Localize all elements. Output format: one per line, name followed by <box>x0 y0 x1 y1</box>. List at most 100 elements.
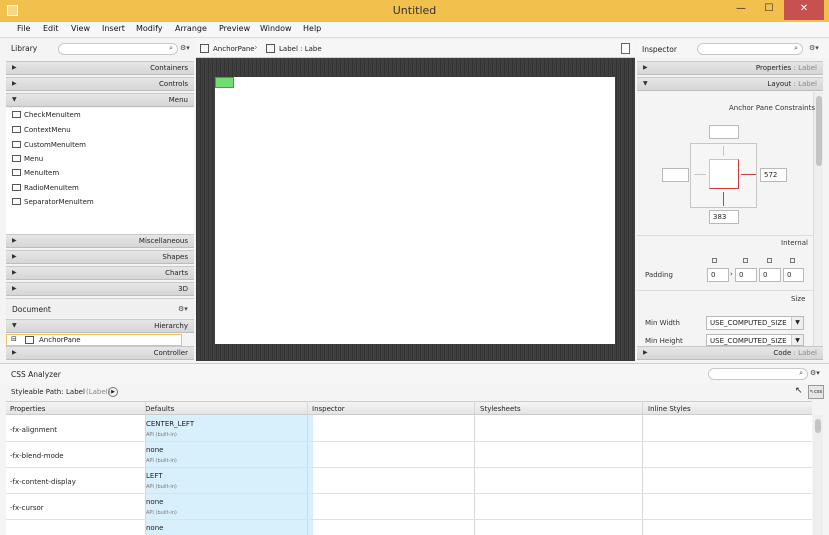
table-row[interactable]: -fx-blend-mode <box>10 452 64 460</box>
padding-left-icon <box>790 258 795 263</box>
section-hierarchy[interactable]: ▼ Hierarchy <box>6 319 194 333</box>
section-controls[interactable]: ▶ Controls <box>6 77 194 91</box>
min-width-label: Min Width <box>645 319 680 327</box>
list-item[interactable]: SeparatorMenuItem <box>12 198 94 210</box>
gear-icon[interactable]: ⚙▾ <box>810 369 820 377</box>
menu-edit[interactable]: Edit <box>43 24 59 33</box>
list-item[interactable]: Menu <box>12 155 43 167</box>
col-inspector[interactable]: Inspector <box>312 405 345 413</box>
list-item[interactable]: MenuItem <box>12 169 59 181</box>
css-analyzer-header: CSS Analyzer ⌕ ⚙▾ <box>0 363 829 383</box>
col-properties[interactable]: Properties <box>10 405 45 413</box>
internal-label: Internal <box>781 239 808 247</box>
padding-bottom-field[interactable]: 0 <box>759 268 781 282</box>
play-icon[interactable]: ▶ <box>108 387 118 397</box>
styleable-path-label: Styleable Path: <box>11 388 64 396</box>
inspector-search-input[interactable]: ⌕ <box>697 43 803 55</box>
section-containers[interactable]: ▶ Containers <box>6 61 194 75</box>
section-shapes[interactable]: ▶ Shapes <box>6 250 194 264</box>
padding-left-field[interactable]: 0 <box>783 268 804 282</box>
section-miscellaneous[interactable]: ▶ Miscellaneous <box>6 234 194 248</box>
expand-icon[interactable]: ⊟ <box>11 335 17 343</box>
chevron-right-icon: ▶ <box>643 349 648 356</box>
padding-label: Padding <box>645 271 673 279</box>
menu-arrange[interactable]: Arrange <box>175 24 207 33</box>
menu-view[interactable]: View <box>71 24 90 33</box>
css-mode-icon[interactable]: ↖css <box>808 385 824 399</box>
menu-file[interactable]: File <box>17 24 30 33</box>
menu-item-icon <box>12 111 21 118</box>
padding-right-field[interactable]: 0 <box>735 268 757 282</box>
hierarchy-item-anchorpane[interactable]: ⊟ AnchorPane <box>6 334 182 346</box>
menu-window[interactable]: Window <box>260 24 292 33</box>
anchor-top-field[interactable] <box>709 125 739 139</box>
styleable-path-value[interactable]: Label <box>66 388 85 396</box>
anchor-inner-box <box>709 159 739 189</box>
table-cell: none <box>146 524 164 532</box>
css-table-scrollbar[interactable] <box>813 415 823 535</box>
section-controller[interactable]: ▶ Controller <box>6 346 194 360</box>
section-3d[interactable]: ▶ 3D <box>6 282 194 296</box>
inspector-scrollbar[interactable] <box>813 92 823 346</box>
document-icon[interactable] <box>621 43 630 54</box>
breadcrumb-label[interactable]: Label : Labe <box>279 45 322 53</box>
menu-help[interactable]: Help <box>303 24 321 33</box>
anchor-bottom-field[interactable]: 383 <box>709 210 739 224</box>
anchor-pane-stage[interactable] <box>215 77 615 344</box>
min-height-combo[interactable]: USE_COMPUTED_SIZE ▼ <box>706 334 804 346</box>
breadcrumb: AnchorPane › Label : Labe <box>196 40 635 58</box>
padding-bottom-icon <box>767 258 772 263</box>
menu-preview[interactable]: Preview <box>219 24 250 33</box>
col-stylesheets[interactable]: Stylesheets <box>480 405 521 413</box>
section-properties[interactable]: ▶ Properties : Label <box>637 61 823 75</box>
table-cell: API (built-in) <box>146 510 177 516</box>
col-inline-styles[interactable]: Inline Styles <box>648 405 691 413</box>
chevron-down-icon: ▼ <box>12 96 17 103</box>
css-search-input[interactable]: ⌕ <box>708 368 808 380</box>
menu-item-icon <box>12 141 21 148</box>
close-button[interactable]: ✕ <box>784 0 824 20</box>
label-icon <box>266 44 275 53</box>
link-icon[interactable]: › <box>730 270 733 278</box>
padding-top-field[interactable]: 0 <box>707 268 729 282</box>
anchor-pane-icon <box>25 336 34 344</box>
gear-icon[interactable]: ⚙▾ <box>178 305 188 313</box>
library-search-input[interactable]: ⌕ <box>58 43 178 55</box>
inspector-label: Inspector <box>642 45 677 54</box>
chevron-right-icon: ▶ <box>12 237 17 244</box>
gear-icon[interactable]: ⚙▾ <box>809 44 819 52</box>
pointer-icon[interactable]: ↖ <box>795 386 803 396</box>
section-layout[interactable]: ▼ Layout : Label <box>637 77 823 91</box>
chevron-down-icon[interactable]: ▼ <box>791 335 803 345</box>
col-defaults[interactable]: Defaults <box>145 405 174 413</box>
chevron-right-icon: ▶ <box>643 64 648 71</box>
minimize-button[interactable]: — <box>730 0 752 20</box>
section-code[interactable]: ▶ Code : Label <box>637 346 823 360</box>
list-item[interactable]: CheckMenuItem <box>12 111 81 123</box>
table-cell: LEFT <box>146 472 163 480</box>
chevron-right-icon: ▶ <box>12 64 17 71</box>
table-row[interactable]: -fx-content-display <box>10 478 76 486</box>
min-width-combo[interactable]: USE_COMPUTED_SIZE ▼ <box>706 316 804 330</box>
table-row[interactable]: -fx-cursor <box>10 504 44 512</box>
menu-modify[interactable]: Modify <box>136 24 163 33</box>
maximize-button[interactable]: ☐ <box>758 0 780 20</box>
selected-label[interactable] <box>215 77 234 88</box>
table-row[interactable]: -fx-alignment <box>10 426 57 434</box>
section-menu[interactable]: ▼ Menu <box>6 93 194 107</box>
document-label: Document <box>12 305 51 314</box>
section-charts[interactable]: ▶ Charts <box>6 266 194 280</box>
search-icon: ⌕ <box>799 369 803 377</box>
list-item[interactable]: ContextMenu <box>12 126 71 138</box>
chevron-right-icon: ▶ <box>12 285 17 292</box>
menu-item-icon <box>12 184 21 191</box>
list-item[interactable]: RadioMenuItem <box>12 184 79 196</box>
breadcrumb-anchorpane[interactable]: AnchorPane <box>213 45 255 53</box>
menu-insert[interactable]: Insert <box>102 24 125 33</box>
chevron-right-icon: ▶ <box>12 269 17 276</box>
list-item[interactable]: CustomMenuItem <box>12 141 86 153</box>
anchor-right-field[interactable]: 572 <box>760 168 787 182</box>
anchor-left-field[interactable] <box>662 168 689 182</box>
chevron-down-icon[interactable]: ▼ <box>791 317 803 329</box>
gear-icon[interactable]: ⚙▾ <box>180 44 190 52</box>
